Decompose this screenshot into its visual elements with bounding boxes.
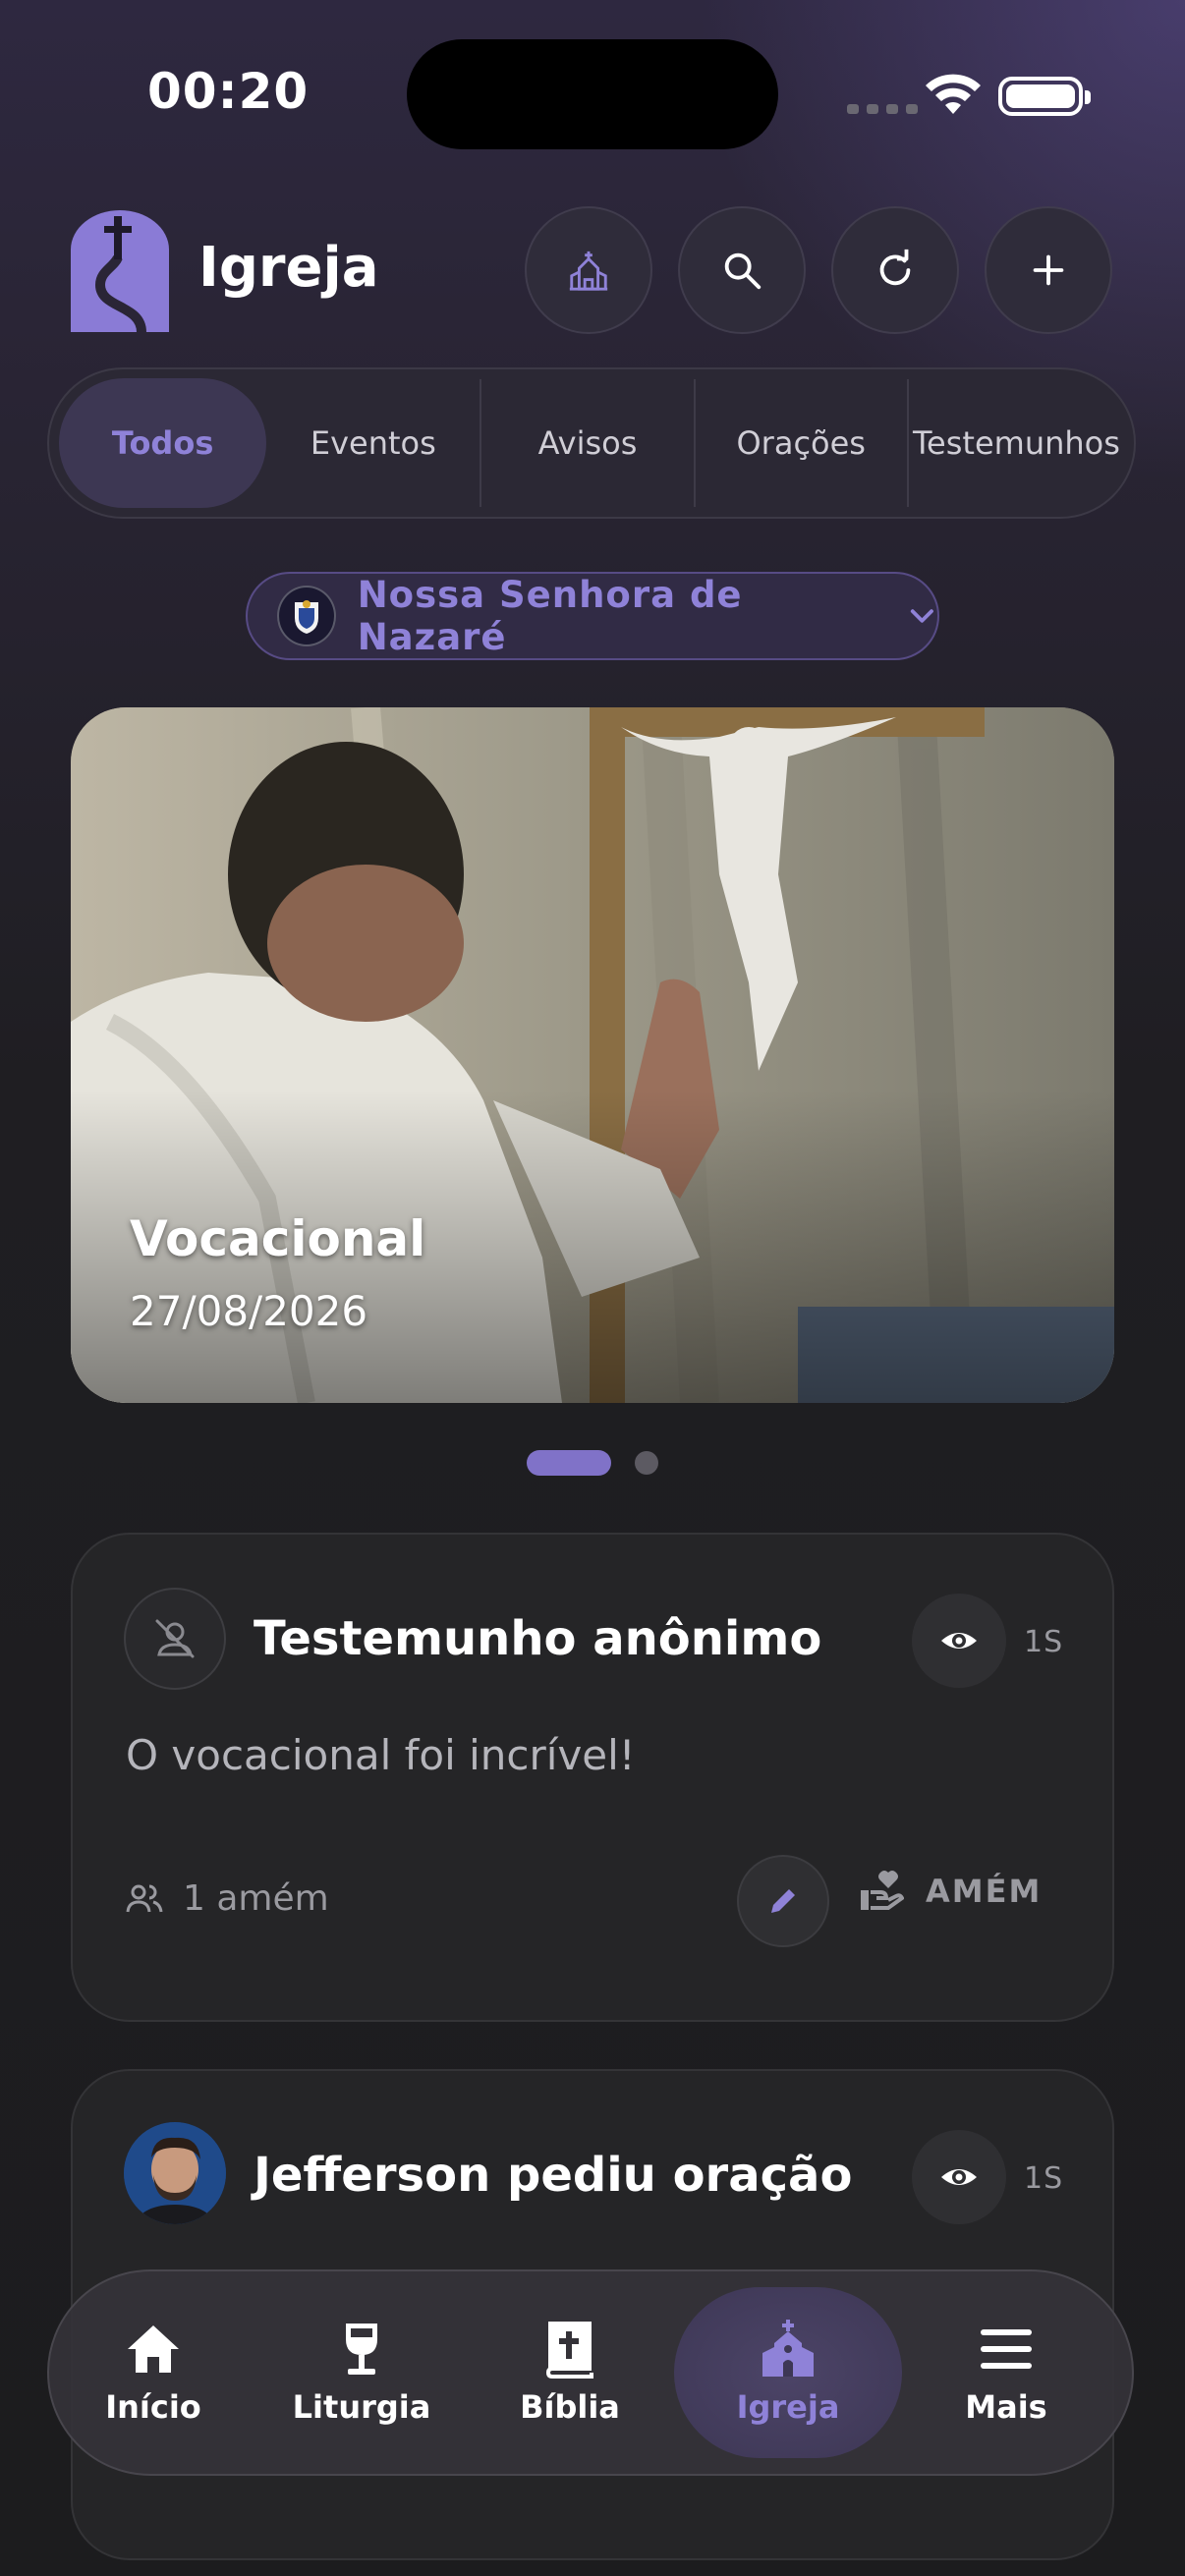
parish-selector[interactable]: Nossa Senhora de Nazaré — [246, 572, 939, 660]
post-time: 1S — [1024, 2161, 1064, 2196]
amen-count: 1 amém — [126, 1878, 329, 1919]
tab-avisos[interactable]: Avisos — [481, 378, 693, 508]
battery-icon — [998, 77, 1091, 116]
pagination-dot[interactable] — [635, 1451, 658, 1475]
chalice-icon — [346, 2324, 377, 2375]
card-title: Jefferson pediu oração — [254, 2148, 853, 2203]
edit-button[interactable] — [737, 1855, 829, 1947]
nav-item-mais[interactable]: Mais — [902, 2287, 1110, 2458]
pagination-dot-active[interactable] — [527, 1450, 611, 1476]
nav-label: Início — [105, 2388, 201, 2426]
view-button[interactable] — [912, 2130, 1006, 2224]
add-post-button[interactable] — [985, 206, 1112, 334]
eye-icon — [941, 1633, 977, 1649]
amen-count-text: 1 amém — [183, 1878, 329, 1919]
search-icon — [724, 252, 762, 290]
amen-button-label: AMÉM — [926, 1873, 1043, 1910]
bottom-nav: Início Liturgia Bíblia Igreja Mais — [47, 2269, 1134, 2476]
tab-testemunhos[interactable]: Testemunhos — [909, 378, 1124, 508]
helping-hand-heart-icon — [861, 1871, 904, 1910]
card-body: O vocacional foi incrível! — [126, 1731, 636, 1779]
status-time: 00:20 — [147, 63, 310, 120]
church-filter-button[interactable] — [525, 206, 652, 334]
bible-icon — [545, 2322, 593, 2379]
page-title: Igreja — [198, 236, 379, 300]
user-avatar — [124, 2122, 226, 2224]
nav-item-biblia[interactable]: Bíblia — [466, 2287, 674, 2458]
wifi-icon — [926, 74, 981, 114]
carousel-slide[interactable]: Vocacional 27/08/2026 — [71, 707, 1114, 1403]
post-time: 1S — [1024, 1625, 1064, 1659]
home-icon — [128, 2325, 179, 2373]
amen-button[interactable]: AMÉM — [859, 1869, 1042, 1914]
people-icon — [126, 1884, 163, 1912]
nav-label: Igreja — [736, 2388, 840, 2426]
anonymous-user-icon — [155, 1619, 195, 1658]
nav-item-igreja[interactable]: Igreja — [674, 2287, 902, 2458]
dynamic-island — [407, 39, 778, 149]
tab-oracoes[interactable]: Orações — [696, 378, 907, 508]
menu-icon — [981, 2329, 1032, 2369]
view-button[interactable] — [912, 1594, 1006, 1688]
nav-label: Mais — [965, 2388, 1047, 2426]
search-button[interactable] — [678, 206, 806, 334]
chevron-down-icon — [911, 609, 934, 623]
tab-eventos[interactable]: Eventos — [266, 378, 480, 508]
cellular-signal-icon — [847, 104, 918, 114]
parish-name: Nossa Senhora de Nazaré — [357, 574, 743, 658]
nav-label: Bíblia — [520, 2388, 620, 2426]
filter-tabs: Todos Eventos Avisos Orações Testemunhos — [47, 367, 1136, 519]
card-title: Testemunho anônimo — [254, 1611, 822, 1666]
tab-todos[interactable]: Todos — [59, 378, 267, 508]
plus-icon — [1033, 254, 1064, 286]
refresh-icon — [879, 249, 911, 286]
eye-icon — [941, 2169, 977, 2185]
slide-title: Vocacional — [130, 1210, 426, 1267]
pencil-icon — [771, 1889, 795, 1913]
slide-date: 27/08/2026 — [130, 1287, 368, 1335]
refresh-button[interactable] — [831, 206, 959, 334]
parish-emblem-icon — [277, 586, 336, 646]
testimony-card[interactable]: Testemunho anônimo 1S O vocacional foi i… — [71, 1533, 1114, 2022]
nav-item-liturgia[interactable]: Liturgia — [257, 2287, 466, 2458]
nav-label: Liturgia — [292, 2388, 431, 2426]
church-icon — [762, 2320, 814, 2377]
church-icon — [569, 251, 608, 291]
carousel-pagination — [527, 1450, 658, 1476]
anonymous-avatar — [124, 1588, 226, 1690]
app-logo-icon — [71, 210, 169, 332]
nav-item-inicio[interactable]: Início — [49, 2287, 257, 2458]
